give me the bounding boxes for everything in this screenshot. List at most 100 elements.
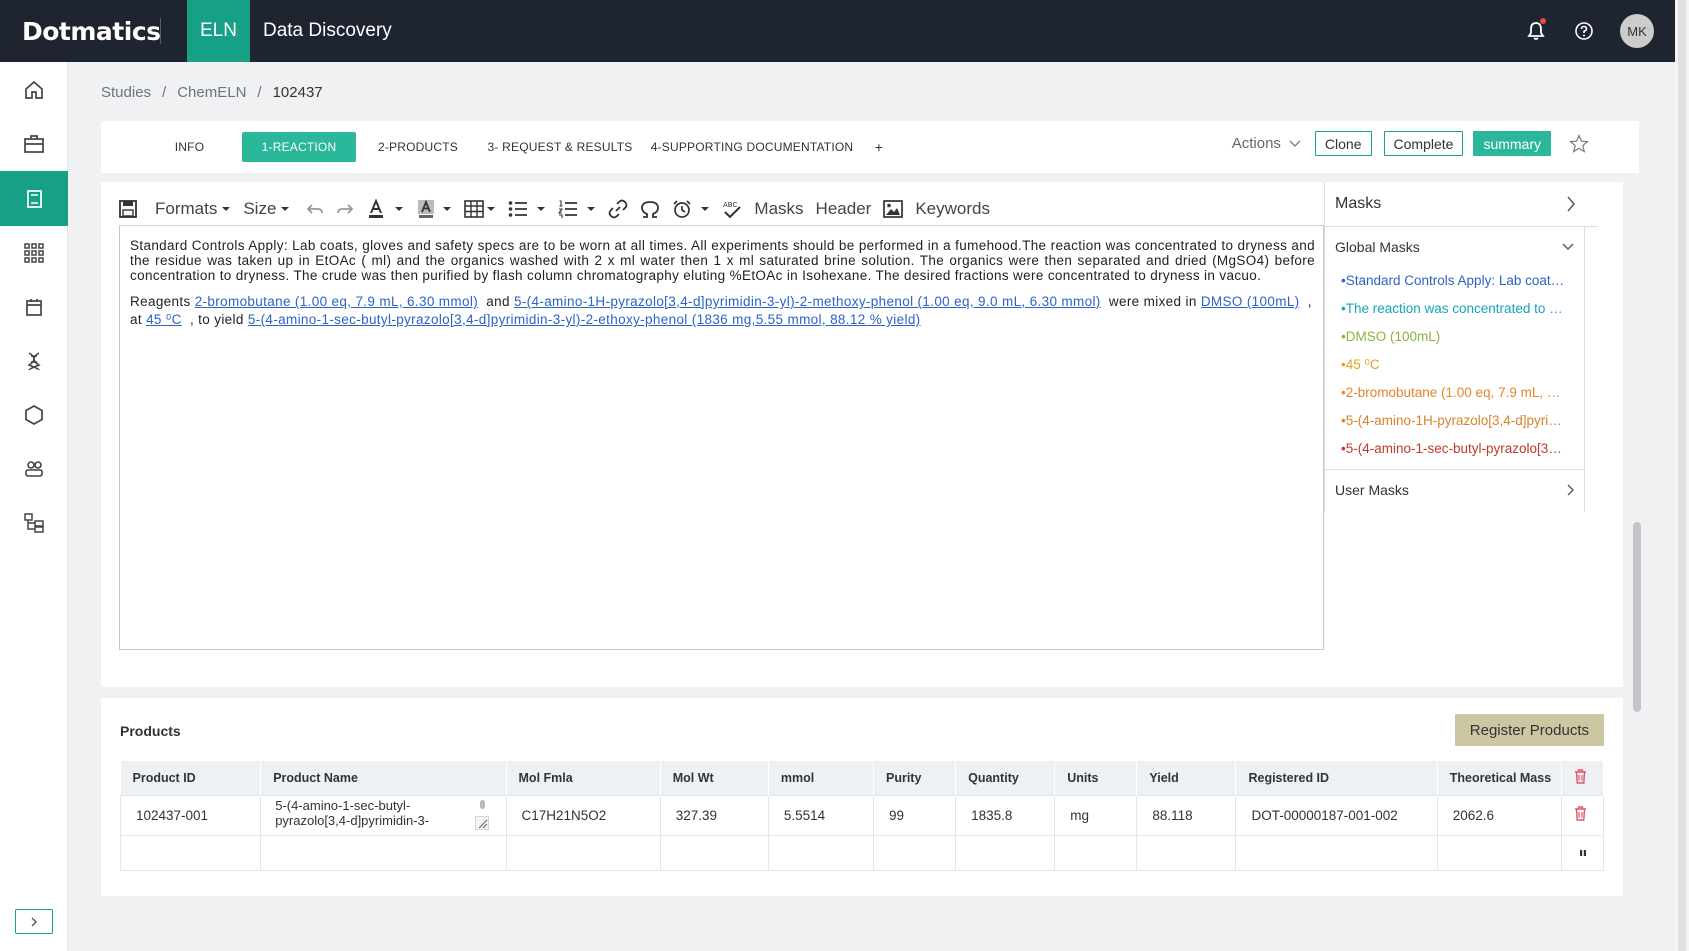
empty-cell[interactable] <box>505 834 661 871</box>
user-masks-header[interactable]: User Masks <box>1325 469 1585 509</box>
column-header[interactable]: mmol <box>768 761 875 795</box>
product-link[interactable]: 5-(4-amino-1-sec-butyl-pyrazolo[3,4-d]py… <box>248 312 921 327</box>
text-color-icon[interactable] <box>366 198 404 219</box>
tab-supporting-documentation[interactable]: 4-SUPPORTING DOCUMENTATION <box>640 132 864 162</box>
column-header[interactable]: Mol Fmla <box>506 761 661 795</box>
notifications-bell-icon[interactable] <box>1524 18 1548 43</box>
undo-icon[interactable] <box>306 201 324 217</box>
app-logo[interactable]: Dotmatics <box>22 17 161 46</box>
tab-reaction[interactable]: 1-REACTION <box>242 132 356 162</box>
column-header[interactable]: Quantity <box>955 761 1056 795</box>
sidebar-item-home[interactable] <box>0 63 68 117</box>
background-color-icon[interactable] <box>416 199 452 219</box>
bullet-list-icon[interactable] <box>508 200 546 218</box>
column-header[interactable]: Mol Wt <box>660 761 769 795</box>
redo-icon[interactable] <box>336 201 354 217</box>
formats-dropdown[interactable]: Formats <box>155 199 231 219</box>
alarm-clock-icon[interactable] <box>672 199 710 219</box>
help-icon[interactable] <box>1572 19 1596 43</box>
empty-cell-handle[interactable] <box>1560 834 1605 871</box>
tab-request-results[interactable]: 3- REQUEST & RESULTS <box>480 132 640 162</box>
trash-icon[interactable] <box>1574 806 1587 821</box>
special-character-icon[interactable] <box>640 199 660 219</box>
sidebar-item-team[interactable] <box>0 442 68 496</box>
tab-products[interactable]: 2-PRODUCTS <box>356 132 480 162</box>
temperature-link[interactable]: 45 ⁰C <box>146 312 182 327</box>
mask-item[interactable]: •The reaction was concentrated to drynes… <box>1325 295 1565 323</box>
actions-dropdown[interactable]: Actions <box>1232 135 1301 152</box>
resize-handle-icon[interactable] <box>475 816 490 830</box>
mask-item[interactable]: •DMSO (100mL) <box>1325 323 1565 351</box>
complete-button[interactable]: Complete <box>1383 131 1464 156</box>
cell-mol-fmla[interactable]: C17H21N5O2 <box>505 794 661 836</box>
empty-cell[interactable] <box>119 834 262 871</box>
top-tab-eln[interactable]: ELN <box>187 0 250 62</box>
column-header[interactable]: Yield <box>1136 761 1237 795</box>
empty-cell[interactable] <box>1136 834 1237 871</box>
sidebar-item-hierarchy[interactable] <box>0 496 68 550</box>
sidebar-item-grid[interactable] <box>0 226 68 280</box>
cell-quantity[interactable]: 1835.8 <box>955 794 1056 836</box>
mask-item[interactable]: •2-bromobutane (1.00 eq, 7.9 mL, 6.30 mm… <box>1325 379 1565 407</box>
register-products-button[interactable]: Register Products <box>1454 714 1604 746</box>
empty-cell[interactable] <box>767 834 875 871</box>
cell-product-id[interactable]: 102437-001 <box>119 794 262 836</box>
image-icon[interactable] <box>883 199 904 218</box>
mask-item[interactable]: •5-(4-amino-1-sec-butyl-pyrazolo[3,4-d]p… <box>1325 435 1565 463</box>
column-header[interactable]: Purity <box>873 761 957 795</box>
trash-icon[interactable] <box>1574 769 1587 784</box>
product-name-textarea[interactable]: 5-(4-amino-1-sec-butyl-pyrazolo[3,4-d]py… <box>275 798 505 832</box>
cell-units[interactable]: mg <box>1054 794 1138 836</box>
sidebar-item-dna[interactable] <box>0 334 68 388</box>
cell-registered-id[interactable]: DOT-00000187-001-002 <box>1235 794 1438 836</box>
column-header-delete[interactable] <box>1561 761 1605 795</box>
clone-button[interactable]: Clone <box>1314 131 1372 156</box>
content-scrollbar-thumb[interactable] <box>1633 522 1641 712</box>
user-avatar[interactable]: MK <box>1620 14 1654 48</box>
solvent-link-dmso[interactable]: DMSO (100mL) <box>1201 294 1300 309</box>
empty-cell[interactable] <box>1054 834 1138 871</box>
summary-button[interactable]: summary <box>1473 131 1551 156</box>
sidebar-item-notebook[interactable] <box>0 171 68 226</box>
masks-panel-header[interactable]: Masks <box>1325 182 1598 227</box>
empty-cell[interactable] <box>872 834 957 871</box>
sidebar-item-briefcase[interactable] <box>0 117 68 171</box>
cell-product-name[interactable]: 5-(4-amino-1-sec-butyl-pyrazolo[3,4-d]py… <box>260 794 507 836</box>
sidebar-item-molecule[interactable] <box>0 388 68 442</box>
mask-item[interactable]: •Standard Controls Apply: Lab coats, glo… <box>1325 267 1565 295</box>
table-icon[interactable] <box>464 199 496 218</box>
cell-mmol[interactable]: 5.5514 <box>767 794 875 836</box>
empty-cell[interactable] <box>1436 834 1562 871</box>
empty-cell[interactable] <box>955 834 1056 871</box>
global-masks-header[interactable]: Global Masks <box>1325 227 1584 267</box>
mask-item[interactable]: •5-(4-amino-1H-pyrazolo[3,4-d]pyrimidin-… <box>1325 407 1565 435</box>
cell-mol-wt[interactable]: 327.39 <box>659 794 769 836</box>
empty-cell[interactable] <box>659 834 769 871</box>
top-tab-data-discovery[interactable]: Data Discovery <box>250 0 405 62</box>
tab-add[interactable]: + <box>864 132 894 162</box>
numbered-list-icon[interactable] <box>558 199 596 218</box>
cell-purity[interactable]: 99 <box>872 794 957 836</box>
save-icon[interactable] <box>119 199 137 218</box>
breadcrumb-chemeln[interactable]: ChemELN <box>177 84 246 101</box>
mask-item[interactable]: •45 ⁰C <box>1325 351 1565 379</box>
reaction-text-editor[interactable]: Standard Controls Apply: Lab coats, glov… <box>119 226 1324 650</box>
spellcheck-icon[interactable]: ABC <box>722 199 742 219</box>
cell-theoretical-mass[interactable]: 2062.6 <box>1436 794 1562 836</box>
favorite-star-icon[interactable] <box>1569 133 1589 154</box>
sidebar-item-calendar[interactable] <box>0 280 68 334</box>
header-button[interactable]: Header <box>816 199 872 219</box>
reagent-link-bromobutane[interactable]: 2-bromobutane (1.00 eq, 7.9 mL, 6.30 mmo… <box>195 294 478 309</box>
cell-yield[interactable]: 88.118 <box>1136 794 1237 836</box>
cell-delete[interactable] <box>1561 794 1605 836</box>
reagent-link-pyrazolopyrimidine[interactable]: 5-(4-amino-1H-pyrazolo[3,4-d]pyrimidin-3… <box>514 294 1101 309</box>
keywords-button[interactable]: Keywords <box>915 199 990 219</box>
column-header[interactable]: Units <box>1054 761 1138 795</box>
column-header[interactable]: Registered ID <box>1235 761 1438 795</box>
tab-info[interactable]: INFO <box>159 132 220 162</box>
column-header[interactable]: Product Name <box>260 761 507 795</box>
size-dropdown[interactable]: Size <box>243 199 290 219</box>
sidebar-expand-button[interactable] <box>15 909 53 934</box>
page-scrollbar-thumb[interactable] <box>1678 0 1686 951</box>
empty-cell[interactable] <box>260 834 507 871</box>
